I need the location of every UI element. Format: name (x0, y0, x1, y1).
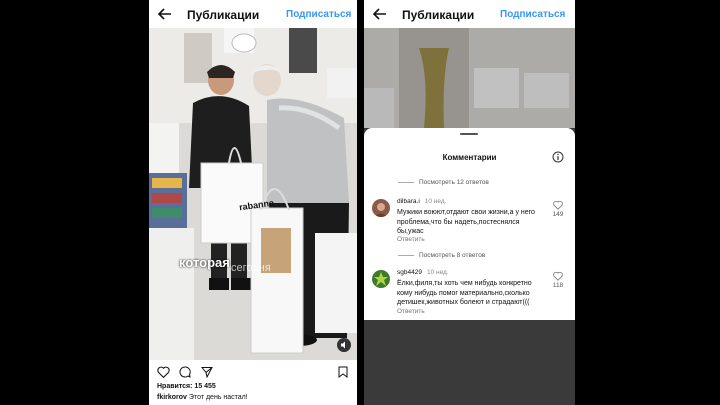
info-icon[interactable] (552, 151, 564, 163)
bookmark-icon[interactable] (338, 366, 348, 378)
comment-header: sgb4429 10 нед. (397, 269, 449, 276)
comment-like-icon[interactable] (553, 200, 563, 210)
view-replies-label: Посмотреть 12 ответов (419, 179, 489, 186)
comment-username[interactable]: dilbara.i (397, 198, 420, 205)
drag-handle[interactable] (460, 133, 478, 135)
avatar-image (372, 199, 390, 217)
comments-title: Комментарии (442, 153, 497, 162)
caption-text: Этот день настал! (188, 394, 248, 401)
avatar[interactable] (372, 199, 390, 217)
comments-sheet: Комментарии Посмотреть 12 ответов dilbar… (364, 128, 575, 320)
comment-header: dilbara.i 10 нед. (397, 198, 446, 205)
store-scene (364, 28, 575, 128)
comment-like-count: 118 (552, 282, 564, 289)
right-header: Публикации Подписаться (364, 0, 575, 28)
reply-button[interactable]: Ответить (397, 308, 425, 315)
right-phone-screen: Публикации Подписаться Комментарии Посмо… (364, 0, 575, 405)
view-replies-link[interactable]: Посмотреть 12 ответов (398, 179, 489, 186)
store-scene (149, 28, 357, 360)
page-title: Публикации (402, 8, 475, 22)
back-arrow-icon[interactable] (372, 6, 388, 22)
post-photo-dimmed (364, 28, 575, 128)
heart-icon[interactable] (157, 366, 170, 378)
comment-text: Ёлки,филя,ты хоть чем нибудь конкретно к… (397, 280, 532, 306)
subscribe-button[interactable]: Подписаться (500, 9, 565, 20)
likes-count[interactable]: Нравится: 15 455 (157, 383, 216, 390)
comment-text: Мужики воюют,отдают свои жизни,а у него … (397, 209, 535, 235)
avatar-image (372, 270, 390, 288)
left-header: Публикации Подписаться (149, 0, 357, 28)
left-phone-screen: Публикации Подписаться rabanne которая с… (149, 0, 357, 405)
post-caption: fkirkorov Этот день настал! (157, 394, 248, 401)
comment-time: 10 нед. (424, 198, 447, 205)
post-actions-bar (149, 360, 357, 382)
reply-button[interactable]: Ответить (397, 236, 425, 243)
comment-like-icon[interactable] (553, 271, 563, 281)
avatar[interactable] (372, 270, 390, 288)
comment-username[interactable]: sgb4429 (397, 269, 422, 276)
video-caption: которая (179, 255, 230, 270)
video-caption-faded: сегодня (231, 262, 271, 274)
subscribe-button[interactable]: Подписаться (286, 9, 351, 20)
volume-icon[interactable] (337, 338, 351, 352)
page-title: Публикации (187, 8, 260, 22)
back-arrow-icon[interactable] (157, 6, 173, 22)
comment-like-count: 149 (552, 211, 564, 218)
view-replies-link[interactable]: Посмотреть 8 ответов (398, 252, 485, 259)
replies-divider (398, 254, 414, 256)
comment-time: 10 нед. (426, 269, 449, 276)
comment-icon[interactable] (179, 366, 191, 378)
share-icon[interactable] (201, 366, 213, 378)
caption-username[interactable]: fkirkorov (157, 394, 187, 401)
view-replies-label: Посмотреть 8 ответов (419, 252, 486, 259)
replies-divider (398, 181, 414, 183)
post-photo[interactable]: rabanne которая сегодня (149, 28, 357, 360)
